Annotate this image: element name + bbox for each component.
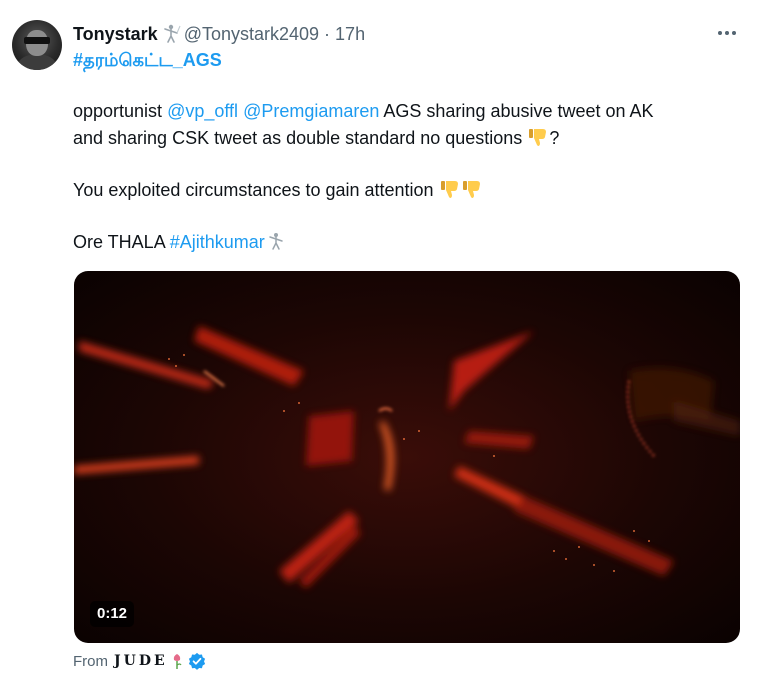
hashtag-link[interactable]: #தரம்கெட்ட_AGS	[73, 50, 222, 73]
fencer-icon	[269, 233, 283, 250]
hashtag-ajithkumar[interactable]: #Ajithkumar	[170, 232, 265, 252]
tweet-text-line-3: You exploited circumstances to gain atte…	[73, 177, 483, 204]
thumbs-down-icon	[529, 129, 547, 146]
thumbs-down-icon	[440, 181, 458, 198]
video-player[interactable]: 0:12	[74, 271, 740, 643]
display-name[interactable]: Tonystark	[73, 24, 158, 45]
video-frame	[74, 326, 740, 588]
rose-icon	[173, 654, 182, 669]
fencer-icon	[163, 24, 181, 43]
separator-dot: ·	[324, 23, 331, 44]
tweet-header: Tonystark @Tonystark2409 · 17h	[73, 22, 365, 46]
thumbs-down-icon	[462, 181, 480, 198]
user-handle[interactable]: @Tonystark2409	[184, 24, 319, 45]
more-icon[interactable]	[718, 24, 740, 42]
tweet-text-line-4: Ore THALA #Ajithkumar	[73, 229, 287, 256]
tweet-text-line-2: and sharing CSK tweet as double standard…	[73, 128, 560, 148]
attribution: From JUDE	[73, 650, 206, 672]
verified-badge-icon	[188, 652, 205, 670]
avatar[interactable]	[12, 20, 62, 70]
video-duration: 0:12	[90, 601, 135, 627]
mention-vp-offl[interactable]: @vp_offl	[167, 101, 238, 121]
from-label: From	[73, 652, 108, 670]
mention-premgiamaren[interactable]: @Premgiamaren	[243, 101, 379, 121]
tweet-text-line-1: opportunist @vp_offl @Premgiamaren AGS s…	[73, 101, 654, 121]
tweet-time[interactable]: 17h	[335, 24, 365, 45]
source-name[interactable]: JUDE	[114, 653, 168, 669]
